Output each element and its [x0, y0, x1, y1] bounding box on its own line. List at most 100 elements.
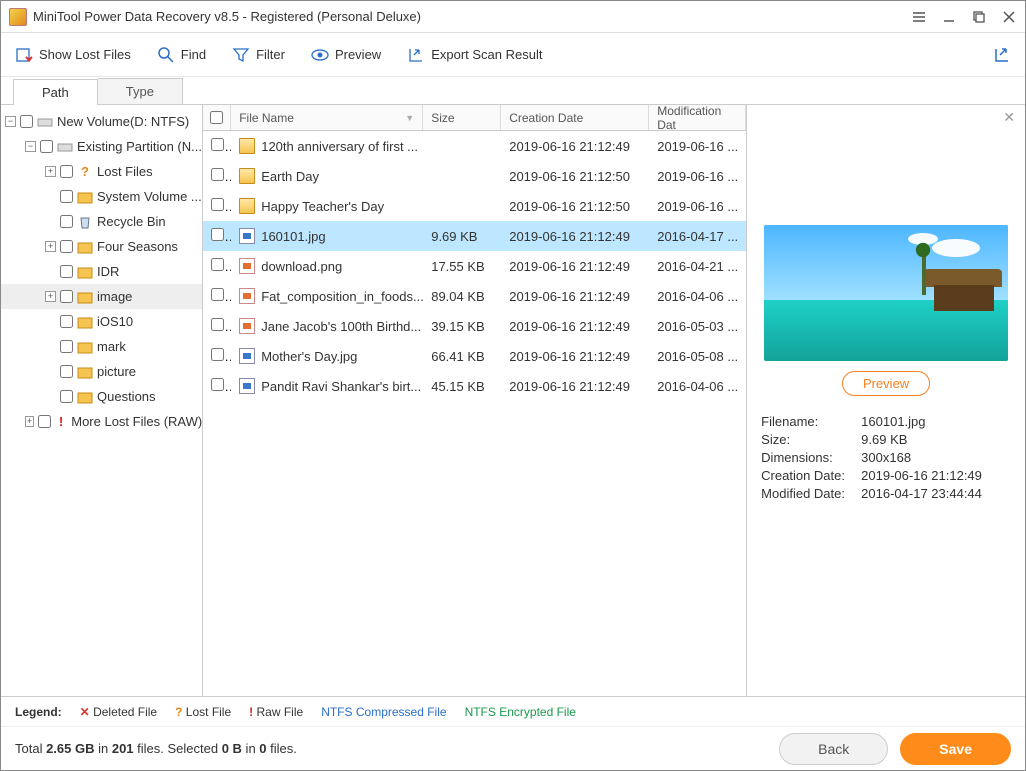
file-modification: 2016-04-21 ...	[649, 259, 746, 274]
tree-root-label: New Volume(D: NTFS)	[57, 114, 189, 129]
file-row-check[interactable]	[211, 288, 224, 301]
file-icon	[239, 318, 255, 334]
file-row[interactable]: 160101.jpg9.69 KB2019-06-16 21:12:492016…	[203, 221, 746, 251]
tree-questions[interactable]: + Questions	[1, 384, 202, 409]
file-row[interactable]: Jane Jacob's 100th Birthd...39.15 KB2019…	[203, 311, 746, 341]
back-button[interactable]: Back	[779, 733, 888, 765]
tree-check[interactable]	[60, 390, 73, 403]
file-row[interactable]: Mother's Day.jpg66.41 KB2019-06-16 21:12…	[203, 341, 746, 371]
file-row-check[interactable]	[211, 348, 224, 361]
file-modification: 2016-04-06 ...	[649, 289, 746, 304]
tree-four-seasons[interactable]: + Four Seasons	[1, 234, 202, 259]
col-creation[interactable]: Creation Date	[501, 105, 649, 130]
file-name: 160101.jpg	[261, 229, 325, 244]
file-row-check[interactable]	[211, 228, 224, 241]
file-row-check[interactable]	[211, 198, 224, 211]
file-name: download.png	[261, 259, 342, 274]
meta-md-label: Modified Date:	[761, 486, 861, 501]
tree-check[interactable]	[60, 240, 73, 253]
preview-panel: ✕ Preview Filename:160101.jpg Size:9.69 …	[747, 105, 1025, 696]
close-icon[interactable]	[1001, 9, 1017, 25]
file-row-check[interactable]	[211, 168, 224, 181]
tree-lost-files[interactable]: + ? Lost Files	[1, 159, 202, 184]
file-row-check[interactable]	[211, 258, 224, 271]
tree-image[interactable]: + image	[1, 284, 202, 309]
window-title: MiniTool Power Data Recovery v8.5 - Regi…	[33, 9, 911, 24]
tree-check[interactable]	[60, 165, 73, 178]
file-row-check[interactable]	[211, 318, 224, 331]
tree-more-lost-files[interactable]: + ! More Lost Files (RAW)	[1, 409, 202, 434]
file-creation: 2019-06-16 21:12:49	[501, 289, 649, 304]
status-text: Total 2.65 GB in 201 files. Selected 0 B…	[15, 741, 779, 756]
show-lost-files-button[interactable]: Show Lost Files	[15, 46, 131, 64]
tree-picture[interactable]: + picture	[1, 359, 202, 384]
find-button[interactable]: Find	[157, 46, 206, 64]
drive-icon	[57, 139, 73, 155]
export-button[interactable]: Export Scan Result	[407, 46, 542, 64]
file-name: Jane Jacob's 100th Birthd...	[261, 319, 421, 334]
sort-icon: ▼	[405, 113, 414, 123]
export-label: Export Scan Result	[431, 47, 542, 62]
tree-check[interactable]	[60, 365, 73, 378]
menu-icon[interactable]	[911, 9, 927, 25]
tree-idr[interactable]: + IDR	[1, 259, 202, 284]
meta-filename: 160101.jpg	[861, 414, 925, 429]
legend-ntfs-compressed: NTFS Compressed File	[321, 705, 446, 719]
file-name: Mother's Day.jpg	[261, 349, 357, 364]
col-filename[interactable]: File Name▼	[231, 105, 423, 130]
lost-icon: ?	[77, 164, 93, 180]
tree-check[interactable]	[60, 190, 73, 203]
tree-label: Recycle Bin	[97, 214, 166, 229]
save-button[interactable]: Save	[900, 733, 1011, 765]
tree-label: iOS10	[97, 314, 133, 329]
preview-button[interactable]: Preview	[842, 371, 930, 396]
maximize-icon[interactable]	[971, 9, 987, 25]
tree-root[interactable]: − New Volume(D: NTFS)	[1, 109, 202, 134]
file-row-check[interactable]	[211, 138, 224, 151]
tab-path[interactable]: Path	[13, 79, 98, 105]
tree-check[interactable]	[38, 415, 51, 428]
tree-check[interactable]	[60, 340, 73, 353]
minimize-icon[interactable]	[941, 9, 957, 25]
tree-check[interactable]	[40, 140, 53, 153]
file-size: 45.15 KB	[423, 379, 501, 394]
tree-check[interactable]	[60, 290, 73, 303]
tree-check[interactable]	[60, 265, 73, 278]
file-name: Happy Teacher's Day	[261, 199, 384, 214]
tab-type[interactable]: Type	[98, 78, 183, 104]
file-creation: 2019-06-16 21:12:50	[501, 169, 649, 184]
tree-root-check[interactable]	[20, 115, 33, 128]
recycle-icon	[77, 214, 93, 230]
tree-ios10[interactable]: + iOS10	[1, 309, 202, 334]
preview-image	[764, 225, 1008, 361]
file-size: 89.04 KB	[423, 289, 501, 304]
file-row[interactable]: Pandit Ravi Shankar's birt...45.15 KB201…	[203, 371, 746, 401]
preview-toolbar-button[interactable]: Preview	[311, 46, 381, 64]
file-row[interactable]: download.png17.55 KB2019-06-16 21:12:492…	[203, 251, 746, 281]
tree-check[interactable]	[60, 215, 73, 228]
tree-recycle-bin[interactable]: + Recycle Bin	[1, 209, 202, 234]
legend-raw: ! Raw File	[249, 705, 303, 719]
filter-button[interactable]: Filter	[232, 46, 285, 64]
file-modification: 2019-06-16 ...	[649, 139, 746, 154]
tree-mark[interactable]: + mark	[1, 334, 202, 359]
file-row-check[interactable]	[211, 378, 224, 391]
file-row[interactable]: 120th anniversary of first ...2019-06-16…	[203, 131, 746, 161]
tree-system-volume[interactable]: + System Volume ...	[1, 184, 202, 209]
close-preview-icon[interactable]: ✕	[1003, 109, 1015, 126]
select-all-check[interactable]	[210, 111, 223, 124]
legend-bar: Legend: ✕ Deleted File ? Lost File ! Raw…	[1, 696, 1025, 726]
file-creation: 2019-06-16 21:12:49	[501, 379, 649, 394]
file-creation: 2019-06-16 21:12:49	[501, 259, 649, 274]
folder-tree: − New Volume(D: NTFS) − Existing Partiti…	[1, 105, 203, 696]
tree-label: Four Seasons	[97, 239, 178, 254]
share-button[interactable]	[993, 46, 1011, 64]
file-row[interactable]: Fat_composition_in_foods...89.04 KB2019-…	[203, 281, 746, 311]
col-modification[interactable]: Modification Dat	[649, 105, 746, 130]
col-size[interactable]: Size	[423, 105, 501, 130]
file-row[interactable]: Earth Day2019-06-16 21:12:502019-06-16 .…	[203, 161, 746, 191]
tree-check[interactable]	[60, 315, 73, 328]
find-label: Find	[181, 47, 206, 62]
tree-existing-partition[interactable]: − Existing Partition (N...	[1, 134, 202, 159]
file-row[interactable]: Happy Teacher's Day2019-06-16 21:12:5020…	[203, 191, 746, 221]
